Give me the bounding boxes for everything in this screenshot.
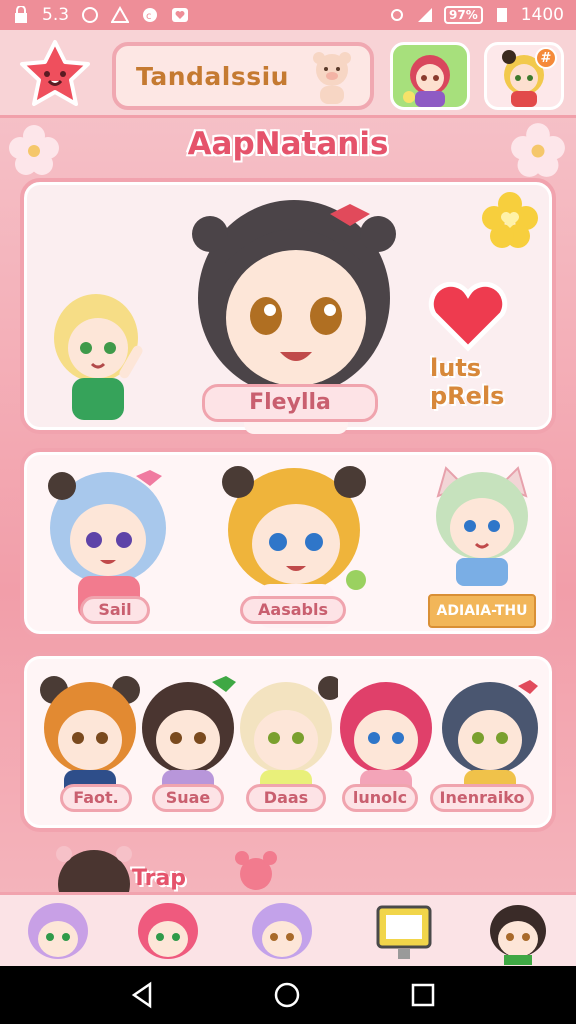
- ribbon-banner: ADIAIA-THU: [428, 594, 536, 628]
- signal-icon: [418, 8, 432, 22]
- status-left-text: 5.3: [42, 5, 70, 25]
- bottom-tab-bar: [0, 892, 576, 966]
- svg-text:c: c: [146, 11, 152, 22]
- recents-square-icon[interactable]: [408, 980, 438, 1010]
- pink-bear-icon: [235, 851, 277, 890]
- character-name-pill[interactable]: Sail: [80, 596, 150, 624]
- lock-icon: [15, 6, 27, 23]
- tab-lilac-character[interactable]: [22, 899, 94, 965]
- character-name-pill[interactable]: Daas: [246, 784, 326, 812]
- character-name-pill[interactable]: Inenraiko: [430, 784, 534, 812]
- partial-character[interactable]: [54, 844, 134, 892]
- featured-side-label: luts pRels: [430, 354, 505, 410]
- featured-name-pill[interactable]: Fleylla: [202, 384, 378, 422]
- character-row-panel[interactable]: Sail Aasabls ADIAIA-THU: [20, 448, 556, 638]
- character-name-pill[interactable]: Aasabls: [240, 596, 346, 624]
- brightness-icon: [391, 9, 403, 21]
- character-grid-panel[interactable]: Faot. Suae Daas lunolc Inenraiko: [20, 652, 556, 832]
- section-title: AapNatanis: [187, 126, 389, 162]
- notification-badge: #: [535, 47, 557, 69]
- home-circle-icon[interactable]: [272, 980, 302, 1010]
- status-bar: 5.3 c 97% 1400: [0, 0, 576, 30]
- bear-mascot-icon: [313, 52, 351, 104]
- tab-computer-icon[interactable]: [370, 899, 442, 965]
- app-circle-icon: [82, 7, 99, 23]
- tab-pink-character[interactable]: [132, 899, 204, 965]
- back-triangle-icon[interactable]: [128, 980, 158, 1010]
- sim-icon: [496, 8, 507, 22]
- app-title-bar[interactable]: Tandalssiu: [112, 42, 374, 110]
- cat-ear-character[interactable]: [428, 466, 536, 586]
- more-section-label: Trap: [132, 866, 187, 891]
- profile-avatar-button[interactable]: [390, 42, 470, 110]
- warning-icon: [111, 6, 130, 23]
- app-title: Tandalssiu: [136, 61, 289, 91]
- character-name-pill[interactable]: lunolc: [342, 784, 418, 812]
- status-clock: 1400: [520, 5, 564, 25]
- character-name-pill[interactable]: Faot.: [60, 784, 132, 812]
- girl-avatar-icon: [403, 55, 450, 107]
- heart-icon[interactable]: [426, 282, 510, 352]
- character-name-pill[interactable]: Suae: [152, 784, 224, 812]
- heart-notification-icon: [172, 8, 189, 22]
- featured-panel[interactable]: Fleylla luts pRels: [20, 178, 556, 434]
- copyright-icon: c: [143, 8, 158, 22]
- app-screen: Tandalssiu # AapNatanis Fleylla luts pRe…: [0, 30, 576, 966]
- battery-indicator: 97%: [444, 6, 483, 24]
- tab-dark-hair-character[interactable]: [482, 899, 554, 965]
- friend-avatar-button[interactable]: #: [484, 42, 564, 110]
- tab-purple-character[interactable]: [246, 899, 318, 965]
- system-nav-bar: [0, 966, 576, 1024]
- flower-badge-icon: [482, 192, 538, 248]
- app-header: Tandalssiu #: [0, 30, 576, 118]
- star-face-icon[interactable]: [16, 38, 94, 110]
- blonde-girl-character[interactable]: [38, 282, 158, 428]
